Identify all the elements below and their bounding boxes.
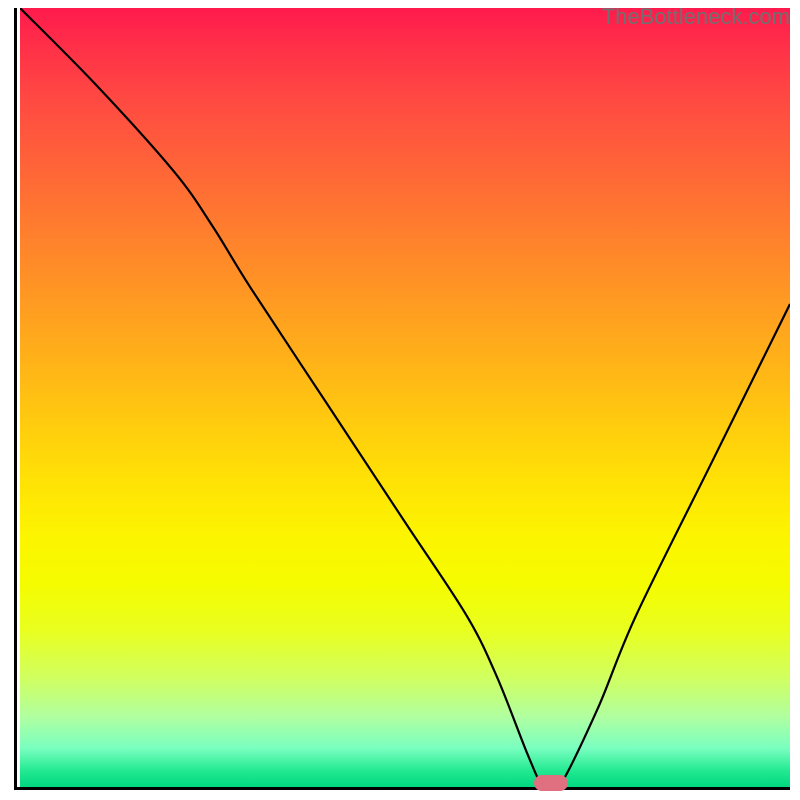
- chart-minimum-marker: [534, 775, 568, 791]
- chart-curve-svg: [20, 8, 790, 787]
- chart-curve-line: [20, 8, 790, 787]
- chart-plot-area: [14, 8, 790, 790]
- watermark-text: TheBottleneck.com: [602, 4, 790, 30]
